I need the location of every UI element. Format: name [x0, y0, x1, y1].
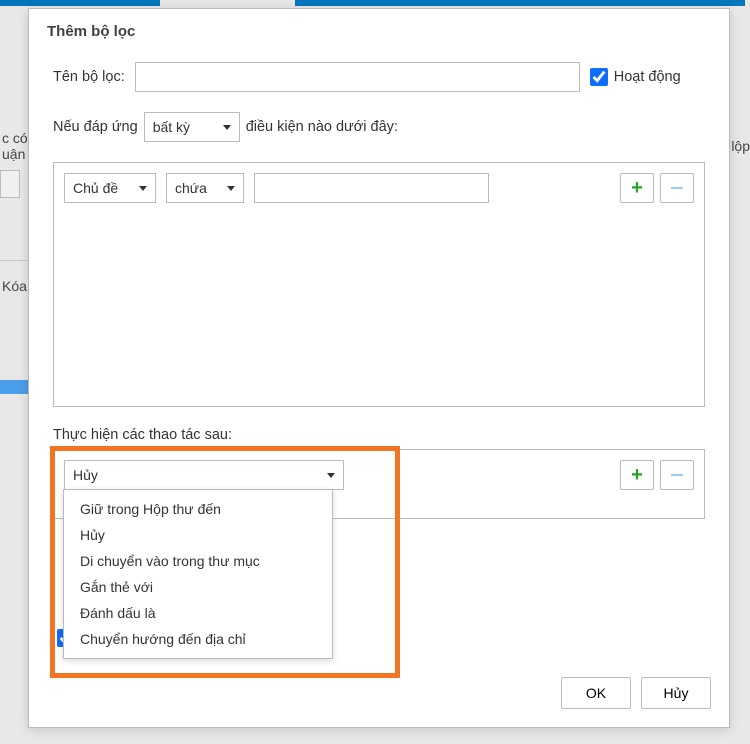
- action-option[interactable]: Gắn thẻ với: [64, 574, 332, 600]
- active-label: Hoạt động: [614, 69, 681, 85]
- condition-row: Chủ đề chứa +: [64, 173, 694, 203]
- action-row: Hủy Giữ trong Hộp thư đến Hủy Di chuyển …: [64, 460, 694, 490]
- conditions-panel: Chủ đề chứa +: [53, 162, 705, 407]
- ok-button[interactable]: OK: [561, 677, 631, 709]
- bg-text-koa: Kóa: [2, 278, 27, 294]
- action-option[interactable]: Hủy: [64, 522, 332, 548]
- dialog-footer: OK Hủy: [29, 665, 729, 727]
- bg-tab-right: [295, 0, 745, 6]
- filter-name-input[interactable]: [135, 62, 580, 92]
- conditions-header: Nếu đáp ứng bất kỳ điều kiện nào dưới đâ…: [53, 112, 705, 142]
- chevron-down-icon: [227, 186, 235, 191]
- match-mode-select[interactable]: bất kỳ: [144, 112, 240, 142]
- condition-value-input[interactable]: [254, 173, 489, 203]
- cancel-button[interactable]: Hủy: [641, 677, 711, 709]
- conditions-label-post: điều kiện nào dưới đây:: [246, 119, 398, 135]
- filter-name-label: Tên bộ lọc:: [53, 69, 125, 85]
- condition-operator-select[interactable]: chứa: [166, 173, 244, 203]
- minus-icon: [671, 187, 683, 189]
- action-option[interactable]: Giữ trong Hộp thư đến: [64, 496, 332, 522]
- chevron-down-icon: [327, 473, 335, 478]
- action-select[interactable]: Hủy: [64, 460, 344, 490]
- plus-icon: +: [631, 178, 643, 198]
- plus-icon: +: [631, 465, 643, 485]
- dialog-title: Thêm bộ lọc: [29, 9, 729, 62]
- actions-panel: Hủy Giữ trong Hộp thư đến Hủy Di chuyển …: [53, 449, 705, 519]
- action-option[interactable]: Di chuyển vào trong thư mục: [64, 548, 332, 574]
- conditions-label-pre: Nếu đáp ứng: [53, 119, 138, 135]
- bg-divider: [0, 260, 30, 261]
- remove-condition-button[interactable]: [660, 173, 694, 203]
- actions-label: Thực hiện các thao tác sau:: [53, 427, 705, 443]
- bg-tab-left: [0, 0, 160, 6]
- chevron-down-icon: [223, 125, 231, 130]
- add-action-button[interactable]: +: [620, 460, 654, 490]
- minus-icon: [671, 474, 683, 476]
- bg-highlight-row: [0, 380, 28, 394]
- filter-dialog: Thêm bộ lọc Tên bộ lọc: Hoạt động Nếu đá…: [28, 8, 730, 728]
- action-option[interactable]: Chuyển hướng đến địa chỉ: [64, 626, 332, 652]
- filter-name-row: Tên bộ lọc: Hoạt động: [53, 62, 705, 92]
- bg-partial-text: c có uận: [0, 130, 28, 198]
- action-option[interactable]: Đánh dấu là: [64, 600, 332, 626]
- action-dropdown-menu: Giữ trong Hộp thư đến Hủy Di chuyển vào …: [63, 489, 333, 659]
- add-condition-button[interactable]: +: [620, 173, 654, 203]
- bg-text-right: lộp: [731, 138, 750, 154]
- condition-field-select[interactable]: Chủ đề: [64, 173, 156, 203]
- active-checkbox[interactable]: [590, 68, 608, 86]
- remove-action-button[interactable]: [660, 460, 694, 490]
- chevron-down-icon: [139, 186, 147, 191]
